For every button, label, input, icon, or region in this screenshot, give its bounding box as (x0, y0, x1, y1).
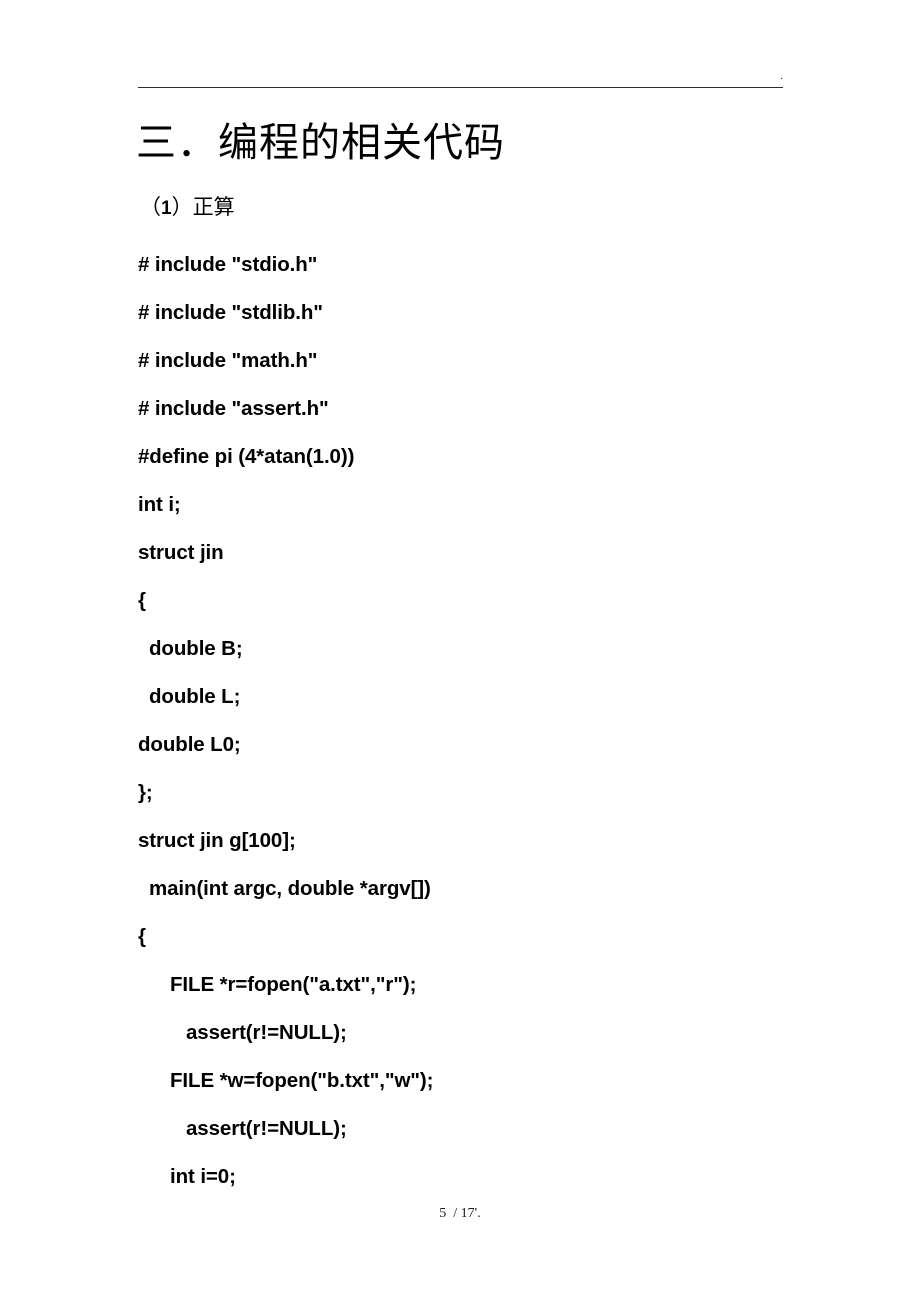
code-line: assert(r!=NULL); (186, 1021, 347, 1044)
subsection-paren-open: （ (140, 195, 161, 219)
code-line: # include "stdlib.h" (138, 301, 323, 324)
code-line: #define pi (4*atan(1.0)) (138, 445, 355, 468)
page-footer: 5 / 17'. (439, 1206, 481, 1221)
code-line: # include "stdio.h" (138, 253, 318, 276)
document-page: . 三．编程的相关代码 （1）正算 # include "stdio.h" # i… (0, 0, 920, 1302)
header-mark: . (780, 70, 783, 82)
subsection-heading: （1）正算 (140, 192, 235, 224)
code-line: }; (138, 781, 153, 804)
code-line: double B; (149, 637, 243, 660)
code-line: assert(r!=NULL); (186, 1117, 347, 1140)
code-line: FILE *w=fopen("b.txt","w"); (170, 1069, 434, 1092)
page-header: . (138, 70, 783, 88)
code-line: { (138, 589, 146, 612)
code-line: struct jin g[100]; (138, 829, 296, 852)
code-line: struct jin (138, 541, 224, 564)
code-line: { (138, 925, 146, 948)
code-line: # include "math.h" (138, 349, 318, 372)
code-line: FILE *r=fopen("a.txt","r"); (170, 973, 417, 996)
code-line: # include "assert.h" (138, 397, 329, 420)
code-line: double L; (149, 685, 241, 708)
header-divider (138, 87, 783, 88)
code-line: main(int argc, double *argv[]) (149, 877, 431, 900)
code-line: int i; (138, 493, 181, 516)
code-listing: # include "stdio.h" # include "stdlib.h" #… (138, 241, 838, 1201)
code-line: double L0; (138, 733, 241, 756)
subsection-number: 1 (161, 198, 172, 219)
subsection-label: ）正算 (171, 195, 235, 219)
page-title: 三．编程的相关代码 (136, 120, 505, 165)
code-line: int i=0; (170, 1165, 236, 1188)
